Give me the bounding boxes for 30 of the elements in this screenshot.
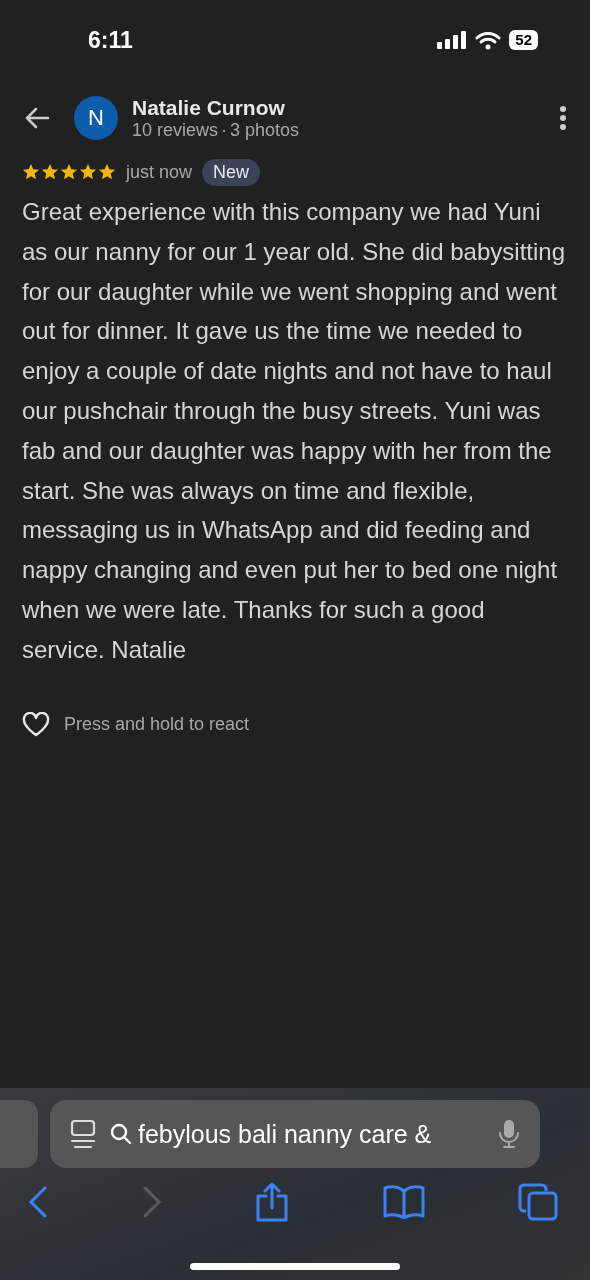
- microphone-icon[interactable]: [498, 1119, 520, 1149]
- star-icon: [79, 163, 97, 181]
- signal-icon: [437, 31, 468, 49]
- back-icon[interactable]: [28, 1186, 48, 1218]
- separator-dot: ·: [221, 119, 228, 141]
- heart-icon[interactable]: [22, 711, 50, 737]
- review-count: 10 reviews: [132, 119, 219, 141]
- address-text[interactable]: febylous bali nanny care &: [138, 1119, 484, 1149]
- star-icon: [98, 163, 116, 181]
- review-time: just now: [126, 161, 193, 183]
- photo-count: 3 photos: [230, 119, 300, 141]
- star-icon: [22, 163, 40, 181]
- wifi-icon: [475, 30, 502, 50]
- address-bar[interactable]: febylous bali nanny care &: [50, 1100, 540, 1168]
- react-hint: Press and hold to react: [64, 713, 250, 735]
- tabs-icon[interactable]: [518, 1183, 558, 1221]
- page-menu-icon[interactable]: [70, 1119, 96, 1149]
- book-icon[interactable]: [382, 1185, 425, 1219]
- clock-time: 6:11: [88, 26, 134, 54]
- reviewer-name[interactable]: Natalie Curnow: [132, 95, 560, 120]
- star-icon: [41, 163, 59, 181]
- back-arrow-icon[interactable]: [24, 107, 50, 129]
- star-icon: [60, 163, 78, 181]
- search-icon: [110, 1123, 132, 1145]
- share-icon[interactable]: [255, 1182, 289, 1222]
- more-options-icon[interactable]: [560, 106, 566, 130]
- review-text: Great experience with this company we had Yuni as our nanny for our 1 year old. She did babysitting for our daughter while we went shopping and went out for dinner. It gave us the time we needed to enjoy a couple of date nights and not have to haul our pushchair through the busy streets. Yuni was fab and our daughter was happy with her from the start. She was always on time and flexible, messaging us in WhatsApp and did feeding and nappy changing and even put her to bed one night when we were late. Thanks for such a good service. Natalie: [22, 197, 566, 665]
- avatar[interactable]: N: [74, 96, 118, 140]
- battery-level: 52: [509, 30, 538, 50]
- new-badge: New: [202, 158, 261, 186]
